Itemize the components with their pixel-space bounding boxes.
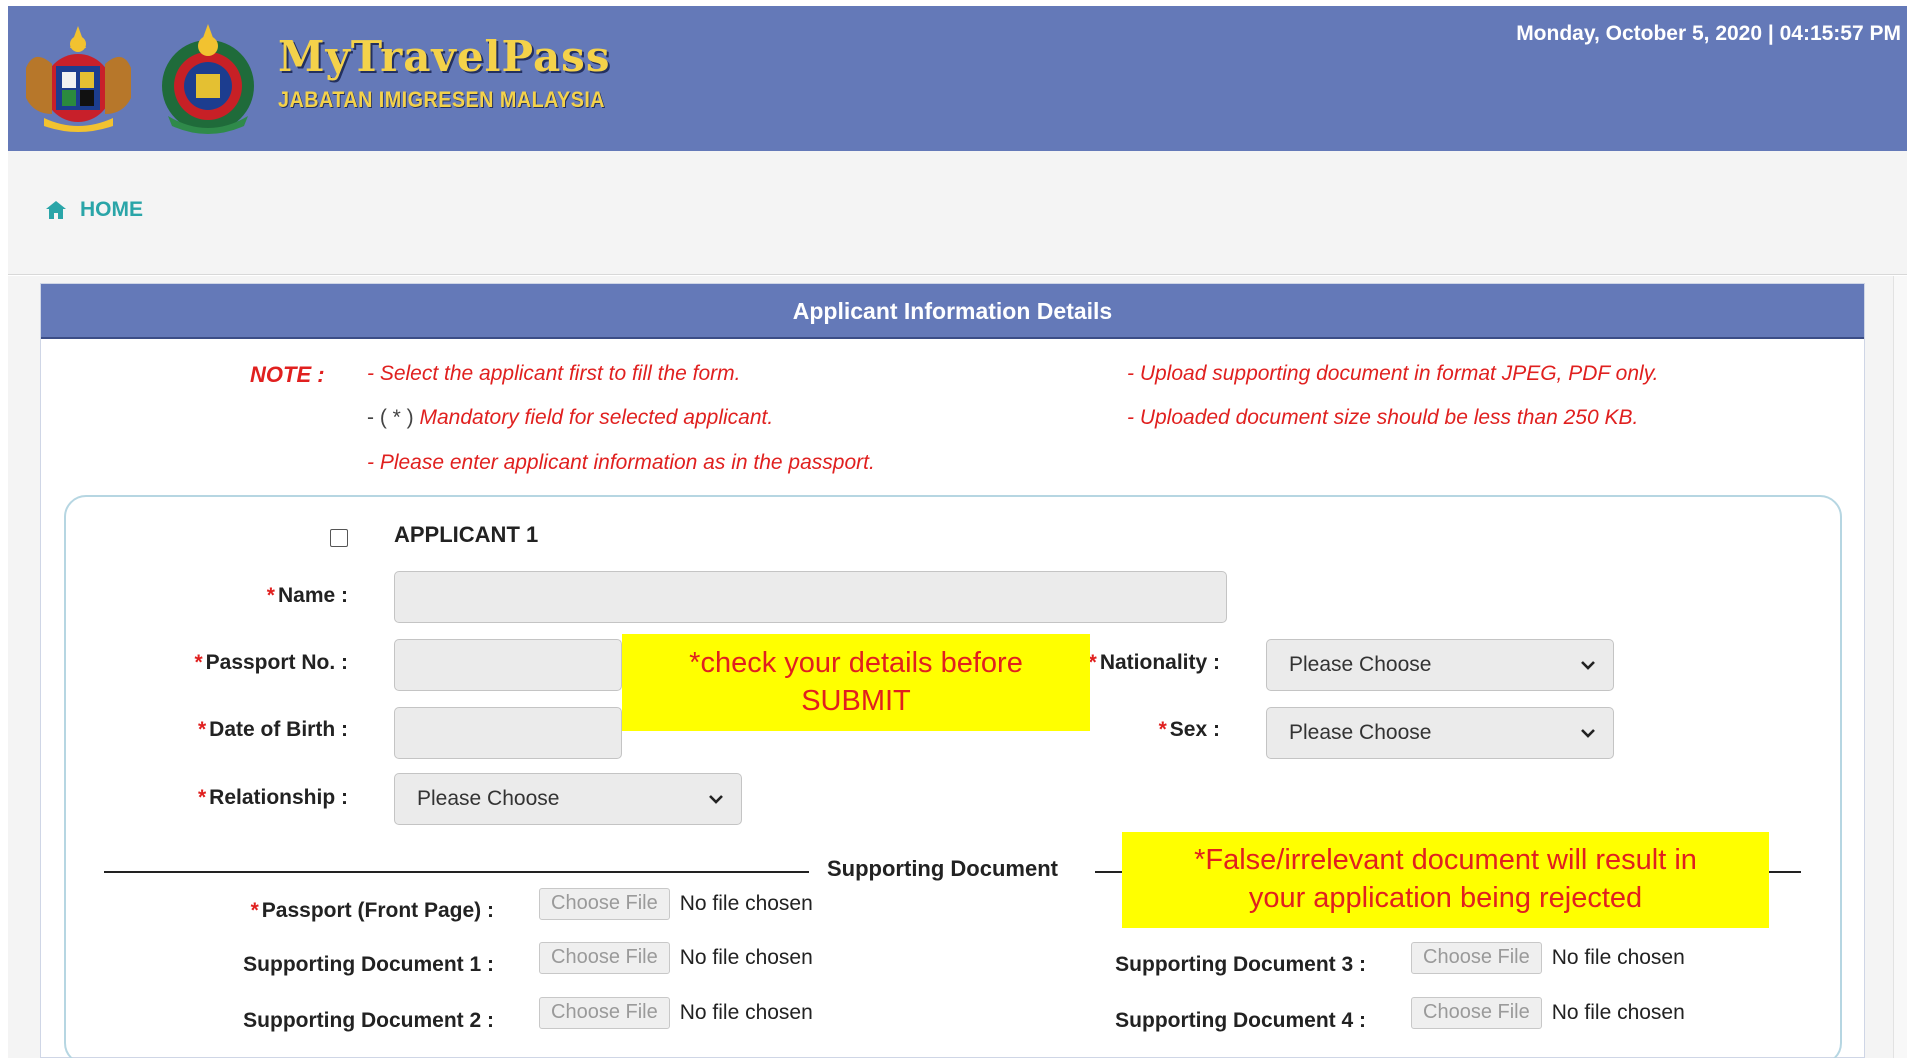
dob-input[interactable] xyxy=(394,707,622,759)
callout-line: SUBMIT xyxy=(801,685,911,717)
datetime: Monday, October 5, 2020 | 04:15:57 PM xyxy=(1516,22,1901,45)
nationality-select[interactable]: Please Choose xyxy=(1266,639,1614,691)
nationality-value: Please Choose xyxy=(1289,653,1432,676)
passport-label: * Passport No. : xyxy=(194,651,348,674)
dob-label: * Date of Birth : xyxy=(197,718,348,741)
choose-file-button[interactable]: Choose File xyxy=(539,942,670,974)
file-status: No file chosen xyxy=(679,946,813,969)
choose-file-button[interactable]: Choose File xyxy=(1411,942,1542,974)
file-status: No file chosen xyxy=(1551,1001,1685,1024)
relationship-value: Please Choose xyxy=(417,787,560,810)
top-header: MyTravelPass JABATAN IMIGRESEN MALAYSIA … xyxy=(8,6,1907,151)
note-label: NOTE : xyxy=(250,362,325,387)
nationality-label: * Nationality : xyxy=(1088,651,1220,674)
mandatory-text: Mandatory field for selected applicant. xyxy=(419,406,774,429)
supporting-document-title: Supporting Document xyxy=(827,856,1058,881)
relationship-select[interactable]: Please Choose xyxy=(394,773,742,825)
nav-bar: HOME xyxy=(8,151,1907,275)
note-select-applicant: - Select the applicant first to fill the… xyxy=(367,362,741,385)
applicant-title: APPLICANT 1 xyxy=(394,522,539,547)
callout-line: your application being rejected xyxy=(1248,882,1643,914)
choose-file-button[interactable]: Choose File xyxy=(539,888,670,920)
passport-front-label: * Passport (Front Page) : xyxy=(250,899,494,922)
sex-value: Please Choose xyxy=(1289,721,1432,744)
malaysia-coat-of-arms-icon xyxy=(26,26,131,132)
chevron-down-icon xyxy=(1581,661,1595,670)
relationship-label: * Relationship : xyxy=(197,786,348,809)
mandatory-prefix: - ( * ) xyxy=(367,406,414,429)
false-document-callout: *False/irrelevant document will result i… xyxy=(1122,832,1769,928)
applicant-checkbox[interactable] xyxy=(330,529,348,547)
choose-file-button[interactable]: Choose File xyxy=(1411,997,1542,1029)
callout-line: *False/irrelevant document will result i… xyxy=(1194,844,1697,876)
callout-line: *check your details before xyxy=(689,647,1023,679)
supporting-doc-4-label: Supporting Document 4 : xyxy=(1115,1009,1366,1032)
sex-label: * Sex : xyxy=(1158,718,1220,741)
chevron-down-icon xyxy=(1581,729,1595,738)
home-icon xyxy=(46,201,66,219)
note-mandatory: - ( * ) Mandatory field for selected app… xyxy=(367,406,773,430)
file-status: No file chosen xyxy=(1551,946,1685,969)
passport-input[interactable] xyxy=(394,639,622,691)
passport-front-file: Choose File No file chosen xyxy=(539,888,813,920)
section-divider-left xyxy=(104,871,809,873)
check-details-callout: *check your details before SUBMIT xyxy=(622,634,1090,731)
brand-subtitle: JABATAN IMIGRESEN MALAYSIA xyxy=(278,87,606,112)
name-input[interactable] xyxy=(394,571,1227,623)
panel-title: Applicant Information Details xyxy=(41,284,1864,339)
supporting-doc-2-label: Supporting Document 2 : xyxy=(243,1009,494,1032)
immigration-crest-icon xyxy=(162,24,254,134)
note-passport-info: - Please enter applicant information as … xyxy=(367,451,875,474)
file-status: No file chosen xyxy=(679,1001,813,1024)
supporting-doc-1-file: Choose File No file chosen xyxy=(539,942,813,974)
supporting-doc-1-label: Supporting Document 1 : xyxy=(243,953,494,976)
sex-select[interactable]: Please Choose xyxy=(1266,707,1614,759)
name-label: * Name : xyxy=(266,584,348,607)
chevron-down-icon xyxy=(709,795,723,804)
note-file-format: - Upload supporting document in format J… xyxy=(1127,362,1659,385)
choose-file-button[interactable]: Choose File xyxy=(539,997,670,1029)
supporting-doc-3-label: Supporting Document 3 : xyxy=(1115,953,1366,976)
supporting-doc-3-file: Choose File No file chosen xyxy=(1411,942,1685,974)
supporting-doc-2-file: Choose File No file chosen xyxy=(539,997,813,1029)
home-link[interactable]: HOME xyxy=(46,198,143,222)
scrollbar[interactable] xyxy=(1893,276,1907,1058)
brand: MyTravelPass JABATAN IMIGRESEN MALAYSIA xyxy=(278,32,641,113)
file-status: No file chosen xyxy=(679,892,813,915)
note-file-size: - Uploaded document size should be less … xyxy=(1127,406,1639,429)
home-label: HOME xyxy=(80,198,143,221)
supporting-doc-4-file: Choose File No file chosen xyxy=(1411,997,1685,1029)
brand-title: MyTravelPass xyxy=(278,32,611,81)
